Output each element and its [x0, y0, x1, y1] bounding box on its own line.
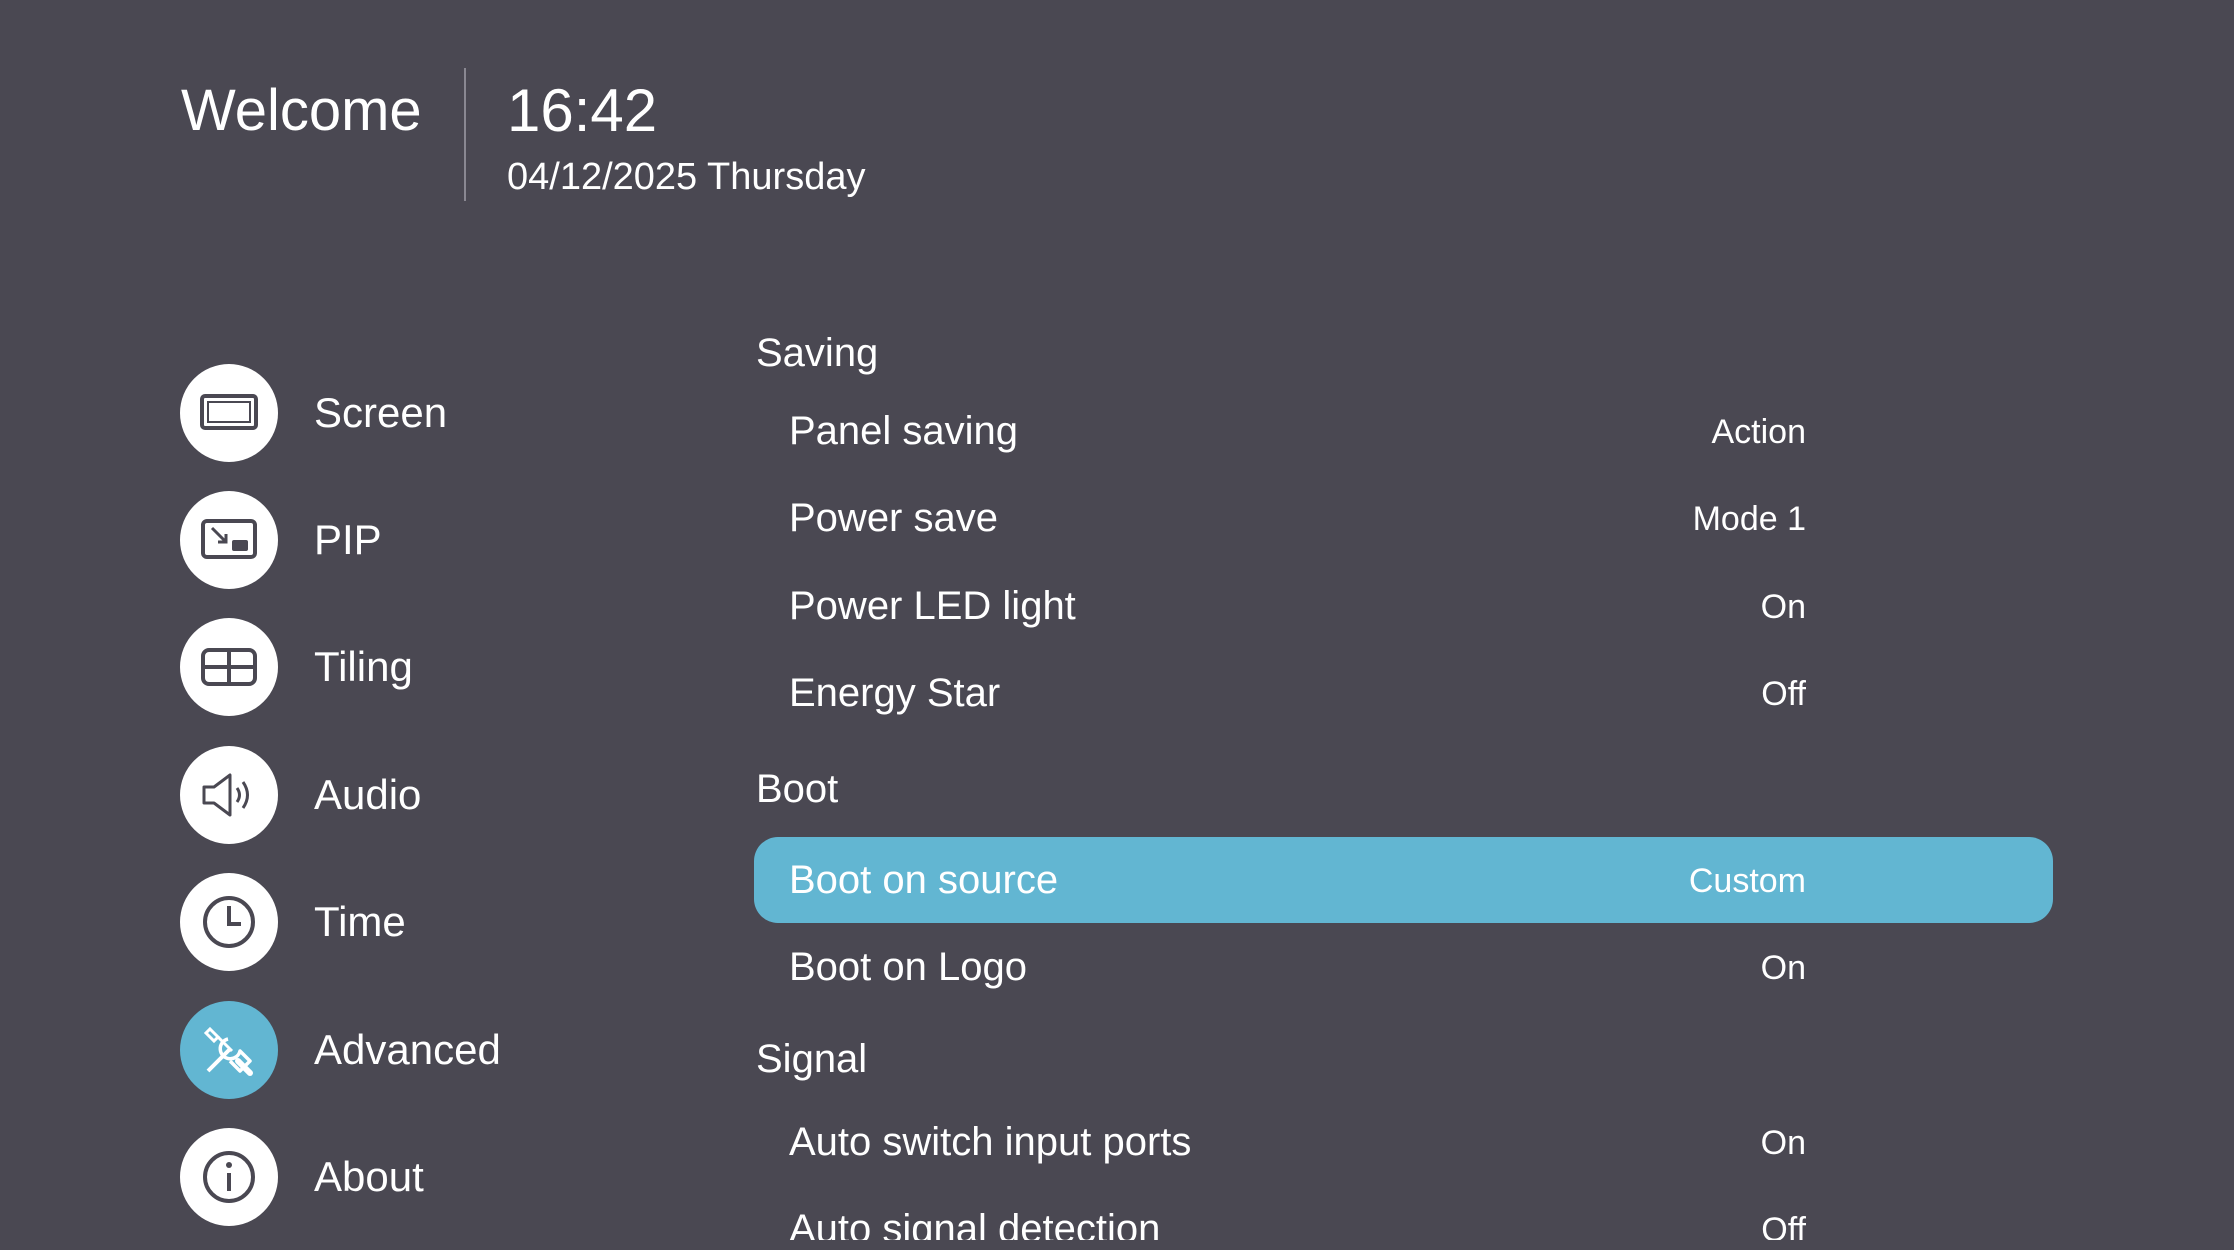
sidebar-item-time[interactable]: Time — [180, 873, 740, 971]
row-value: Off — [1761, 675, 1806, 713]
row-label: Boot on Logo — [789, 945, 1027, 989]
sidebar-item-label: PIP — [314, 516, 382, 563]
row-auto-switch-input-ports[interactable]: Auto switch input ports On — [754, 1099, 2053, 1185]
sidebar-item-label: Audio — [314, 771, 422, 818]
row-value: Mode 1 — [1692, 500, 1806, 538]
section-title-signal: Signal — [756, 1037, 868, 1081]
row-label: Power LED light — [789, 584, 1076, 628]
row-label: Panel saving — [789, 409, 1019, 453]
tiling-icon — [180, 618, 278, 716]
row-value: On — [1760, 949, 1806, 987]
sidebar-item-label: Tiling — [314, 643, 413, 690]
row-label: Power save — [789, 496, 998, 540]
row-label: Energy Star — [789, 671, 1001, 715]
sidebar-item-label: About — [314, 1153, 424, 1200]
row-panel-saving[interactable]: Panel saving Action — [754, 388, 2053, 474]
clock-icon — [180, 873, 278, 971]
pip-icon — [180, 491, 278, 589]
section-title-saving: Saving — [756, 331, 879, 375]
sidebar-item-pip[interactable]: PIP — [180, 491, 740, 589]
welcome-title: Welcome — [181, 78, 422, 143]
row-boot-on-source[interactable]: Boot on source Custom — [754, 837, 2053, 923]
tools-icon — [180, 1001, 278, 1099]
row-power-led-light[interactable]: Power LED light On — [754, 563, 2053, 649]
sidebar-item-screen[interactable]: Screen — [180, 364, 740, 462]
sidebar: Screen PIP Tiling Audio Time Advanced Ab… — [180, 300, 740, 1250]
section-title-boot: Boot — [756, 767, 839, 811]
row-boot-on-logo[interactable]: Boot on Logo On — [754, 924, 2053, 1010]
audio-icon — [180, 746, 278, 844]
settings-list: Saving Panel saving Action Power save Mo… — [752, 330, 2057, 1240]
row-auto-signal-detection[interactable]: Auto signal detection Off — [754, 1186, 2053, 1240]
row-value: On — [1760, 588, 1806, 626]
sidebar-item-label: Time — [314, 898, 406, 945]
sidebar-item-audio[interactable]: Audio — [180, 746, 740, 844]
row-value: Action — [1711, 413, 1807, 451]
header-divider — [464, 68, 466, 201]
clock-date: 04/12/2025 Thursday — [507, 156, 866, 198]
sidebar-item-about[interactable]: About — [180, 1128, 740, 1226]
row-label: Auto switch input ports — [789, 1120, 1192, 1164]
row-value: On — [1760, 1124, 1806, 1162]
row-label: Boot on source — [789, 858, 1059, 902]
sidebar-item-advanced[interactable]: Advanced — [180, 1001, 740, 1099]
row-power-save[interactable]: Power save Mode 1 — [754, 475, 2053, 561]
sidebar-item-label: Advanced — [314, 1026, 501, 1073]
screen-icon — [180, 364, 278, 462]
row-label: Auto signal detection — [789, 1207, 1161, 1240]
clock-time: 16:42 — [507, 77, 658, 144]
sidebar-item-label: Screen — [314, 389, 448, 436]
row-energy-star[interactable]: Energy Star Off — [754, 650, 2053, 736]
info-icon — [180, 1128, 278, 1226]
row-value: Custom — [1688, 862, 1806, 900]
row-value: Off — [1761, 1211, 1806, 1240]
sidebar-item-tiling[interactable]: Tiling — [180, 618, 740, 716]
